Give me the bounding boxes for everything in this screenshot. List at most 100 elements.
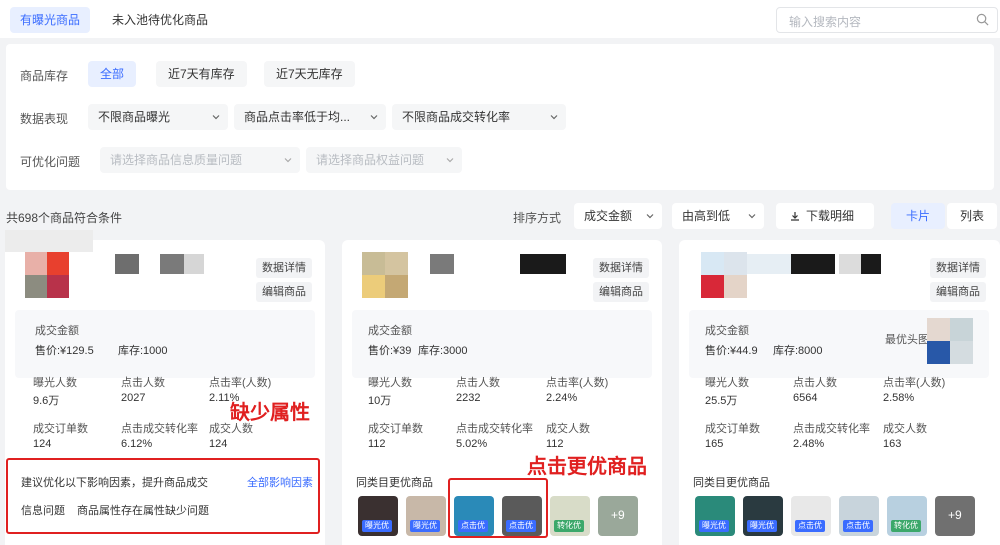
- similar-badge: 曝光优: [747, 520, 777, 532]
- metric-label: 曝光人数: [33, 377, 77, 389]
- product-image[interactable]: [362, 252, 408, 298]
- conversion-dropdown-value: 不限商品成交转化率: [402, 110, 511, 124]
- metric-label: 成交订单数: [705, 423, 760, 435]
- metric-value: 2.24%: [546, 392, 578, 404]
- data-detail-button[interactable]: 数据详情: [256, 258, 312, 278]
- metric-label: 点击人数: [456, 377, 500, 389]
- similar-product-thumb[interactable]: 曝光优: [743, 496, 783, 536]
- title-mosaic: [747, 254, 791, 274]
- similar-badge: 转化优: [554, 520, 584, 532]
- metric-label: 点击人数: [121, 377, 165, 389]
- gmv-label: 成交金额: [705, 325, 749, 337]
- price: 售价:¥44.9: [705, 345, 758, 357]
- view-list-button[interactable]: 列表: [947, 203, 997, 229]
- ctr-dropdown[interactable]: 商品点击率低于均...: [234, 104, 386, 130]
- metric-label: 点击成交转化率: [456, 423, 533, 435]
- metric-value: 2027: [121, 392, 146, 404]
- result-count: 共698个商品符合条件: [6, 211, 123, 225]
- metric-label: 成交人数: [546, 423, 590, 435]
- title-mosaic: [839, 254, 861, 274]
- filter-panel: 商品库存 全部 近7天有库存 近7天无库存 数据表现 不限商品曝光 商品点击率低…: [6, 44, 994, 190]
- title-mosaic: [115, 254, 139, 274]
- similar-product-thumb[interactable]: 转化优: [887, 496, 927, 536]
- conversion-dropdown[interactable]: 不限商品成交转化率: [392, 104, 566, 130]
- similar-badge: 曝光优: [362, 520, 392, 532]
- best-image-thumb[interactable]: [927, 318, 973, 364]
- info-quality-dropdown[interactable]: 请选择商品信息质量问题: [100, 147, 300, 173]
- gmv-label: 成交金额: [368, 325, 412, 337]
- data-detail-button[interactable]: 数据详情: [593, 258, 649, 278]
- metric-value: 124: [209, 438, 228, 450]
- sort-field-dropdown[interactable]: 成交金额: [574, 203, 662, 229]
- search-icon[interactable]: [976, 13, 989, 26]
- chevron-down-icon: [212, 115, 220, 120]
- metric-value: 2232: [456, 392, 481, 404]
- more-count: +9: [611, 508, 625, 522]
- click-better-annotation: 点击更优商品: [527, 456, 647, 478]
- metric-label: 点击率(人数): [546, 377, 609, 389]
- benefit-dropdown[interactable]: 请选择商品权益问题: [306, 147, 462, 173]
- product-card: 数据详情 编辑商品 成交金额 售价:¥44.9 库存:8000 最优头图 曝光人…: [679, 240, 1000, 545]
- edit-product-button[interactable]: 编辑商品: [593, 282, 649, 302]
- ctr-dropdown-value: 商品点击率低于均...: [244, 110, 351, 124]
- title-mosaic: [791, 254, 835, 274]
- similar-badge: 点击优: [843, 520, 873, 532]
- metric-label: 点击成交转化率: [793, 423, 870, 435]
- sales-summary: 成交金额 售价:¥129.5 库存:1000: [15, 310, 315, 378]
- similar-badge: 点击优: [795, 520, 825, 532]
- price: 售价:¥129.5: [35, 345, 94, 357]
- metric-value: 5.02%: [456, 438, 488, 450]
- data-detail-button[interactable]: 数据详情: [930, 258, 986, 278]
- metric-value: 165: [705, 438, 724, 450]
- stock: 库存:1000: [118, 345, 168, 357]
- similar-badge: 转化优: [891, 520, 921, 532]
- stock-option-7d-in[interactable]: 近7天有库存: [156, 61, 247, 87]
- download-button[interactable]: 下载明细: [776, 203, 874, 229]
- metric-value: 25.5万: [705, 395, 738, 407]
- metric-value: 2.58%: [883, 392, 915, 404]
- exposure-dropdown[interactable]: 不限商品曝光: [88, 104, 228, 130]
- tab-exposed-products[interactable]: 有曝光商品: [10, 7, 91, 33]
- sort-order-dropdown[interactable]: 由高到低: [672, 203, 764, 229]
- similar-product-thumb[interactable]: 曝光优: [406, 496, 446, 536]
- more-similar-button[interactable]: +9: [935, 496, 975, 536]
- stock-filter-label: 商品库存: [20, 69, 69, 83]
- metric-value: 124: [33, 438, 52, 450]
- view-card-button[interactable]: 卡片: [891, 203, 945, 229]
- metric-label: 曝光人数: [705, 377, 749, 389]
- click-better-highlight: [448, 478, 548, 538]
- tab-pending-products[interactable]: 未入池待优化商品: [102, 7, 218, 33]
- similar-products-title: 同类目更优商品: [693, 477, 770, 489]
- similar-product-thumb[interactable]: 点击优: [839, 496, 879, 536]
- metric-value: 112: [546, 438, 564, 450]
- tabs-bar: 有曝光商品 未入池待优化商品 输入搜索内容: [0, 0, 1000, 38]
- metric-value: 9.6万: [33, 395, 60, 407]
- similar-badge: 曝光优: [699, 520, 729, 532]
- price: 售价:¥39: [368, 345, 412, 357]
- similar-product-thumb[interactable]: 曝光优: [358, 496, 398, 536]
- exposure-dropdown-value: 不限商品曝光: [98, 110, 171, 124]
- search-input[interactable]: 输入搜索内容: [776, 7, 998, 33]
- metric-value: 10万: [368, 395, 392, 407]
- stock-option-all[interactable]: 全部: [88, 61, 137, 87]
- more-count: +9: [948, 508, 962, 522]
- metric-value: 6564: [793, 392, 818, 404]
- product-image[interactable]: [25, 252, 69, 298]
- metric-label: 点击率(人数): [883, 377, 946, 389]
- product-image[interactable]: [701, 252, 747, 298]
- metric-value: 2.48%: [793, 438, 825, 450]
- edit-product-button[interactable]: 编辑商品: [930, 282, 986, 302]
- chevron-down-icon: [748, 214, 756, 219]
- best-image-label: 最优头图: [885, 334, 929, 346]
- similar-product-thumb[interactable]: 点击优: [791, 496, 831, 536]
- metric-label: 成交人数: [883, 423, 927, 435]
- metric-value: 112: [368, 438, 386, 450]
- benefit-dropdown-placeholder: 请选择商品权益问题: [316, 153, 425, 167]
- stock-option-7d-out[interactable]: 近7天无库存: [264, 61, 355, 87]
- similar-product-thumb[interactable]: 曝光优: [695, 496, 735, 536]
- edit-product-button[interactable]: 编辑商品: [256, 282, 312, 302]
- metric-label: 成交订单数: [33, 423, 88, 435]
- chevron-down-icon: [550, 115, 558, 120]
- similar-product-thumb[interactable]: 转化优: [550, 496, 590, 536]
- more-similar-button[interactable]: +9: [598, 496, 638, 536]
